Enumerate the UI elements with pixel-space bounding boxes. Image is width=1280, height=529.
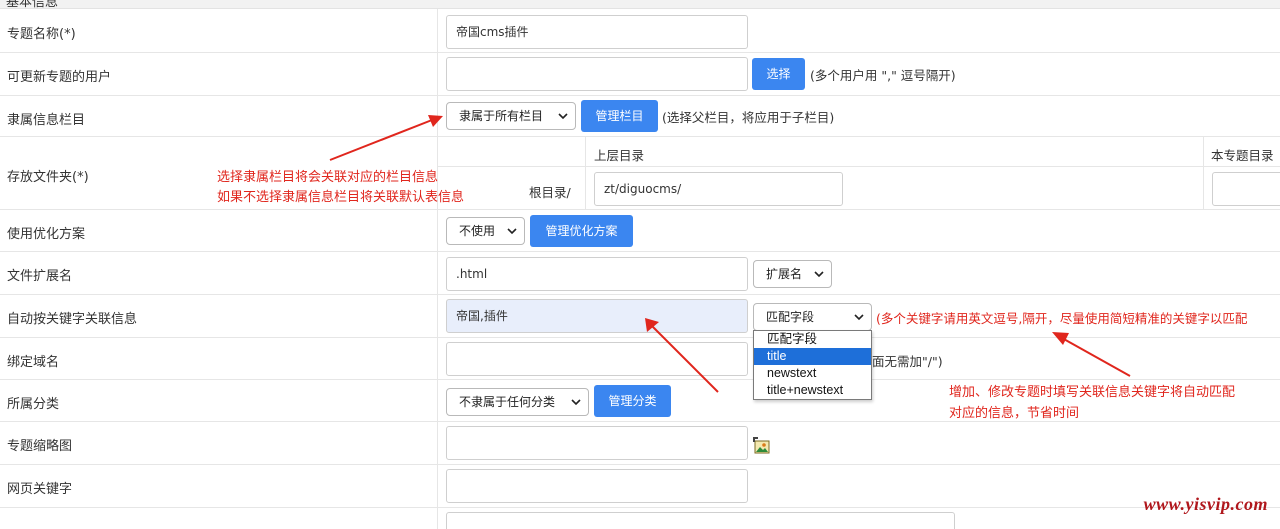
extension-input[interactable]: .html: [446, 257, 748, 291]
match-field-select[interactable]: 匹配字段: [753, 303, 872, 331]
image-picker-icon[interactable]: [753, 437, 771, 455]
thumbnail-input[interactable]: [446, 426, 748, 460]
manage-category-button[interactable]: 管理分类: [594, 385, 671, 417]
users-hint: (多个用户用 "," 逗号隔开): [810, 68, 956, 83]
section-header: 基本信息: [0, 0, 1280, 9]
keywords-input[interactable]: 帝国,插件: [446, 299, 748, 333]
page-keywords-input[interactable]: [446, 469, 748, 503]
extension-select[interactable]: 扩展名: [753, 260, 832, 288]
category-select-value: 不隶属于任何分类: [459, 395, 556, 409]
folder-subtable-header: [438, 137, 1280, 167]
match-field-options[interactable]: 匹配字段 title newstext title+newstext: [753, 330, 872, 400]
label-column: 隶属信息栏目: [7, 113, 86, 128]
chevron-down-icon: [507, 228, 517, 235]
match-option[interactable]: title+newstext: [754, 382, 871, 399]
topic-name-input[interactable]: 帝国cms插件: [446, 15, 748, 49]
label-page-keywords: 网页关键字: [7, 482, 73, 497]
label-domain: 绑定域名: [7, 355, 60, 370]
domain-input[interactable]: [446, 342, 748, 376]
folder-subtable-divider-1: [585, 137, 586, 210]
label-keywords: 自动按关键字关联信息: [7, 312, 138, 327]
column-select-value: 隶属于所有栏目: [459, 109, 544, 123]
label-optimize: 使用优化方案: [7, 227, 86, 242]
category-select[interactable]: 不隶属于任何分类: [446, 388, 589, 416]
parent-dir-input[interactable]: zt/diguocms/: [594, 172, 843, 206]
label-category: 所属分类: [7, 397, 60, 412]
match-option[interactable]: newstext: [754, 365, 871, 382]
root-dir-label: 根目录/: [529, 185, 571, 200]
folder-subtable-divider-2: [1203, 137, 1204, 210]
match-field-select-value: 匹配字段: [766, 310, 815, 324]
section-title: 基本信息: [6, 0, 59, 9]
label-users: 可更新专题的用户: [7, 70, 112, 85]
chevron-down-icon: [558, 113, 568, 120]
chevron-down-icon: [814, 271, 824, 278]
this-dir-input[interactable]: [1212, 172, 1280, 206]
watermark: www.yisvip.com: [1143, 494, 1268, 514]
choose-users-button[interactable]: 选择: [752, 58, 805, 90]
manage-optimize-button[interactable]: 管理优化方案: [530, 215, 633, 247]
label-extension: 文件扩展名: [7, 269, 73, 284]
label-topic-name: 专题名称(*): [7, 27, 76, 42]
manage-column-button[interactable]: 管理栏目: [581, 100, 658, 132]
parent-dir-header: 上层目录: [594, 148, 645, 163]
users-input[interactable]: [446, 57, 748, 91]
label-folder: 存放文件夹(*): [7, 170, 89, 185]
domain-hint: 面无需加"/"): [872, 354, 943, 369]
page-description-input[interactable]: [446, 512, 955, 529]
column-select[interactable]: 隶属于所有栏目: [446, 102, 576, 130]
keywords-hint: (多个关键字请用英文逗号,隔开，尽量使用简短精准的关键字以匹配: [876, 311, 1248, 326]
label-thumbnail: 专题缩略图: [7, 439, 73, 454]
annotation-note1-line2: 如果不选择隶属信息栏目将关联默认表信息: [217, 190, 465, 205]
annotation-note2-line1: 增加、修改专题时填写关联信息关键字将自动匹配: [949, 385, 1236, 400]
extension-select-value: 扩展名: [766, 267, 803, 281]
match-option-selected[interactable]: title: [754, 348, 871, 365]
chevron-down-icon: [854, 314, 864, 321]
annotation-note1-line1: 选择隶属栏目将会关联对应的栏目信息: [217, 170, 439, 185]
chevron-down-icon: [571, 399, 581, 406]
match-option[interactable]: 匹配字段: [754, 331, 871, 348]
column-divider: [437, 9, 438, 529]
column-hint: (选择父栏目，将应用于子栏目): [662, 110, 835, 125]
annotation-note2-line2: 对应的信息，节省时间: [949, 406, 1080, 421]
optimize-select-value: 不使用: [459, 224, 496, 238]
optimize-select[interactable]: 不使用: [446, 217, 525, 245]
row-optimize: 使用优化方案: [0, 210, 1280, 252]
this-dir-header: 本专题目录: [1211, 148, 1274, 163]
